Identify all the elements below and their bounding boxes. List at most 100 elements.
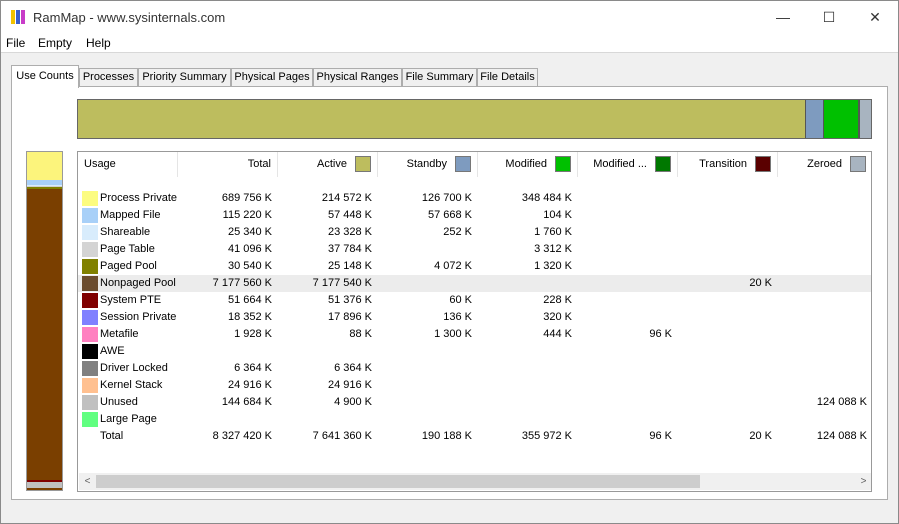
column-color-swatch (850, 156, 866, 172)
distribution-segment (78, 100, 806, 138)
usage-color-swatch (82, 276, 98, 291)
usage-color-swatch (82, 412, 98, 427)
usage-label: Nonpaged Pool (100, 277, 176, 289)
menu-file[interactable]: File (6, 36, 25, 50)
usage-label: Total (100, 430, 124, 442)
column-header-usage[interactable]: Usage (78, 152, 178, 177)
table-row[interactable]: Shareable 25 340 K 23 328 K 252 K 1 760 K (78, 224, 871, 241)
tab-priority-summary[interactable]: Priority Summary (138, 68, 231, 87)
usage-label: Unused (100, 396, 138, 408)
tab-file-summary[interactable]: File Summary (402, 68, 477, 87)
scroll-left-icon[interactable]: < (79, 473, 96, 490)
scroll-right-icon[interactable]: > (855, 473, 871, 490)
column-color-swatch (655, 156, 671, 172)
cell-value: 20 K (749, 277, 772, 289)
cell-value: 6 364 K (334, 362, 372, 374)
tab-processes[interactable]: Processes (79, 68, 138, 87)
tab-physical-pages[interactable]: Physical Pages (231, 68, 313, 87)
column-color-swatch (555, 156, 571, 172)
table-row[interactable]: Page Table 41 096 K 37 784 K 3 312 K (78, 241, 871, 258)
cell-value: 4 072 K (434, 260, 472, 272)
table-row[interactable]: Unused 144 684 K 4 900 K 124 088 K (78, 394, 871, 411)
column-header-label: Modified (505, 158, 547, 170)
usage-label: System PTE (100, 294, 162, 306)
title-bar[interactable]: RamMap - www.sysinternals.com — ☐ ✕ (1, 1, 898, 33)
column-header-label: Transition (699, 158, 747, 170)
menu-help[interactable]: Help (86, 36, 111, 50)
table-row[interactable]: Nonpaged Pool 7 177 560 K 7 177 540 K 20 K (78, 275, 871, 292)
column-header-modified[interactable]: Modified ... (578, 152, 678, 177)
table-row[interactable]: Total 8 327 420 K 7 641 360 K 190 188 K 355 … (78, 428, 871, 445)
table-header: Usage Total Active Standby Modified Modified … (78, 152, 871, 177)
column-header-total[interactable]: Total (178, 152, 278, 177)
menu-empty[interactable]: Empty (38, 36, 72, 50)
maximize-button[interactable]: ☐ (806, 1, 852, 33)
cell-value: 37 784 K (327, 243, 372, 255)
table-row[interactable]: System PTE 51 664 K 51 376 K 60 K 228 K (78, 292, 871, 309)
usage-label: Page Table (100, 243, 155, 255)
tab-use-counts[interactable]: Use Counts (11, 65, 79, 88)
table-row[interactable]: Mapped File 115 220 K 57 448 K 57 668 K 104 … (78, 207, 871, 224)
table-row[interactable]: Process Private 689 756 K 214 572 K 126 700… (78, 190, 871, 207)
cell-value: 57 448 K (327, 209, 372, 221)
cell-value: 3 312 K (534, 243, 572, 255)
cell-value: 689 756 K (221, 192, 272, 204)
usage-color-swatch (82, 191, 98, 206)
use-counts-panel: Usage Total Active Standby Modified Modified … (11, 86, 888, 500)
rammap-window: RamMap - www.sysinternals.com — ☐ ✕ File… (0, 0, 899, 524)
usage-label: Mapped File (100, 209, 161, 221)
usage-label: Process Private (100, 192, 178, 204)
usage-color-swatch (82, 293, 98, 308)
cell-value: 4 900 K (334, 396, 372, 408)
column-header-active[interactable]: Active (278, 152, 378, 177)
table-row[interactable]: Driver Locked 6 364 K 6 364 K (78, 360, 871, 377)
distribution-segment (805, 100, 824, 138)
cell-value: 41 096 K (227, 243, 272, 255)
cell-value: 51 376 K (327, 294, 372, 306)
tab-file-details[interactable]: File Details (477, 68, 538, 87)
column-header-transition[interactable]: Transition (678, 152, 778, 177)
column-header-label: Total (247, 158, 271, 170)
cell-value: 348 484 K (521, 192, 572, 204)
column-color-swatch (455, 156, 471, 172)
distribution-segment (823, 100, 858, 138)
table-row[interactable]: Session Private 18 352 K 17 896 K 136 K 320 … (78, 309, 871, 326)
usage-segment (27, 188, 62, 481)
table-row[interactable]: Kernel Stack 24 916 K 24 916 K (78, 377, 871, 394)
table-row[interactable]: AWE (78, 343, 871, 360)
cell-value: 7 177 540 K (312, 277, 372, 289)
column-header-label: Standby (406, 158, 447, 170)
column-header-label: Active (317, 158, 347, 170)
cell-value: 1 928 K (234, 328, 272, 340)
use-counts-table: Usage Total Active Standby Modified Modified … (77, 151, 872, 492)
horizontal-scrollbar[interactable]: < > (79, 473, 871, 490)
usage-color-swatch (82, 344, 98, 359)
cell-value: 25 148 K (327, 260, 372, 272)
menu-bar: File Empty Help (1, 33, 898, 53)
usage-label: Session Private (100, 311, 177, 323)
column-header-zeroed[interactable]: Zeroed (778, 152, 871, 177)
usage-label: Paged Pool (100, 260, 157, 272)
table-row[interactable]: Large Page (78, 411, 871, 428)
usage-color-swatch (82, 395, 98, 410)
usage-label: Kernel Stack (100, 379, 163, 391)
cell-value: 355 972 K (521, 430, 572, 442)
cell-value: 444 K (543, 328, 572, 340)
cell-value: 88 K (349, 328, 372, 340)
tab-physical-ranges[interactable]: Physical Ranges (313, 68, 402, 87)
minimize-button[interactable]: — (760, 1, 806, 33)
cell-value: 124 088 K (816, 396, 867, 408)
scrollbar-thumb[interactable] (96, 475, 700, 488)
table-row[interactable]: Paged Pool 30 540 K 25 148 K 4 072 K 1 320 K (78, 258, 871, 275)
cell-value: 136 K (443, 311, 472, 323)
cell-value: 96 K (649, 328, 672, 340)
cell-value: 25 340 K (227, 226, 272, 238)
table-row[interactable]: Metafile 1 928 K 88 K 1 300 K 444 K 96 K (78, 326, 871, 343)
window-title: RamMap - www.sysinternals.com (33, 10, 226, 25)
cell-value: 8 327 420 K (212, 430, 272, 442)
column-header-standby[interactable]: Standby (378, 152, 478, 177)
cell-value: 144 684 K (221, 396, 272, 408)
cell-value: 23 328 K (327, 226, 372, 238)
column-header-modified[interactable]: Modified (478, 152, 578, 177)
close-button[interactable]: ✕ (852, 1, 898, 33)
